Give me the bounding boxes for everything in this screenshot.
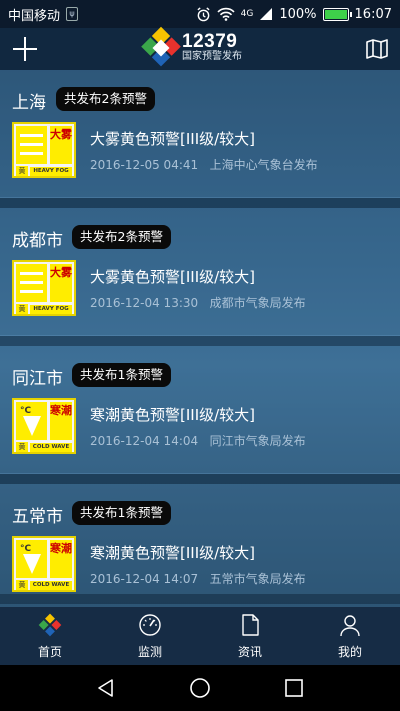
- wifi-icon: [217, 7, 235, 21]
- clock: 16:07: [354, 6, 392, 22]
- alert-list: 上海 共发布2条预警 大雾 黄 HEAVY FOG 大雾黄色预警[III级/较大…: [0, 70, 400, 607]
- usb-icon: ψ: [66, 7, 79, 21]
- alert-card[interactable]: 成都市 共发布2条预警 大雾 黄 HEAVY FOG 大雾黄色预警[III级/较…: [0, 208, 400, 336]
- alert-count-badge: 共发布2条预警: [56, 87, 155, 111]
- warning-icon-en: COLD WAVE: [30, 443, 72, 452]
- alert-time: 2016-12-04 14:04: [90, 434, 199, 448]
- alert-time: 2016-12-04 13:30: [90, 296, 199, 310]
- nav-profile[interactable]: 我的: [300, 607, 400, 665]
- heavy-fog-warning-icon: 大雾 黄 HEAVY FOG: [12, 122, 76, 178]
- warning-icon-cn: 大雾: [50, 126, 72, 164]
- card-divider: [0, 198, 400, 208]
- nav-news[interactable]: 资讯: [200, 607, 300, 665]
- alert-meta: 2016-12-04 14:07 五常市气象局发布: [90, 570, 306, 587]
- alert-publisher: 同江市气象局发布: [209, 434, 306, 448]
- alert-title: 寒潮黄色预警[III级/较大]: [90, 544, 256, 562]
- alert-meta: 2016-12-04 13:30 成都市气象局发布: [90, 294, 306, 311]
- nav-profile-label: 我的: [337, 644, 362, 659]
- document-icon: [242, 613, 259, 636]
- add-city-button[interactable]: [12, 36, 38, 62]
- alert-time: 2016-12-05 04:41: [90, 158, 199, 172]
- system-nav-bar: [0, 665, 400, 711]
- city-name: 上海: [12, 93, 46, 113]
- alert-meta: 2016-12-05 04:41 上海中心气象台发布: [90, 156, 318, 173]
- nav-home-label: 首页: [37, 644, 62, 659]
- alert-publisher: 上海中心气象台发布: [209, 158, 318, 172]
- battery-percent: 100%: [279, 6, 317, 22]
- cold-wave-warning-icon: °C 寒潮 黄 COLD WAVE: [12, 536, 76, 592]
- city-name: 五常市: [12, 507, 63, 527]
- gauge-icon: [139, 613, 161, 636]
- home-circle-icon[interactable]: [189, 677, 211, 699]
- warning-level-tag: 黄: [16, 166, 28, 176]
- home-icon: [38, 613, 62, 636]
- warning-icon-en: COLD WAVE: [30, 581, 72, 590]
- person-icon: [340, 614, 360, 636]
- alert-count-badge: 共发布1条预警: [72, 363, 171, 387]
- nav-monitor[interactable]: 监测: [100, 607, 200, 665]
- status-bar: 中国移动 ψ 4G 100% 16:07: [0, 0, 400, 28]
- app-header: 12379 国家预警发布: [0, 26, 400, 70]
- carrier-name: 中国移动: [8, 8, 61, 24]
- alert-card[interactable]: 五常市 共发布1条预警 °C 寒潮 黄 COLD WAVE 寒潮黄色预警[III…: [0, 484, 400, 607]
- alert-title: 大雾黄色预警[III级/较大]: [90, 268, 256, 286]
- warning-icon-cn: 寒潮: [50, 402, 72, 440]
- nav-news-label: 资讯: [237, 644, 262, 659]
- map-icon[interactable]: [366, 39, 388, 59]
- battery-level-fill: [324, 9, 347, 19]
- alert-publisher: 五常市气象局发布: [209, 572, 306, 586]
- nav-home[interactable]: 首页: [0, 607, 100, 665]
- recent-apps-icon[interactable]: [284, 678, 304, 698]
- network-type: 4G: [240, 8, 254, 19]
- card-divider: [0, 474, 400, 484]
- alert-title: 寒潮黄色预警[III级/较大]: [90, 406, 256, 424]
- alert-count-badge: 共发布2条预警: [72, 225, 171, 249]
- alarm-icon: [197, 6, 210, 21]
- signal-icon: [260, 8, 273, 20]
- city-name: 成都市: [12, 231, 63, 251]
- warning-icon-cn: 寒潮: [50, 540, 72, 578]
- card-divider: [0, 594, 400, 604]
- warning-icon-en: HEAVY FOG: [30, 305, 72, 314]
- card-divider: [0, 336, 400, 346]
- nav-monitor-label: 监测: [137, 644, 162, 659]
- alert-card[interactable]: 同江市 共发布1条预警 °C 寒潮 黄 COLD WAVE 寒潮黄色预警[III…: [0, 346, 400, 474]
- warning-icon-cn: 大雾: [50, 264, 72, 302]
- warning-level-tag: 黄: [16, 442, 28, 452]
- warning-level-tag: 黄: [16, 304, 28, 314]
- warning-level-tag: 黄: [16, 580, 28, 590]
- alert-publisher: 成都市气象局发布: [209, 296, 306, 310]
- warning-icon-en: HEAVY FOG: [30, 167, 72, 176]
- alert-title: 大雾黄色预警[III级/较大]: [90, 130, 256, 148]
- city-name: 同江市: [12, 369, 63, 389]
- logo-mark-icon: [140, 26, 182, 68]
- battery-icon: [322, 7, 352, 21]
- back-icon[interactable]: [96, 678, 116, 698]
- cold-wave-warning-icon: °C 寒潮 黄 COLD WAVE: [12, 398, 76, 454]
- alert-card[interactable]: 上海 共发布2条预警 大雾 黄 HEAVY FOG 大雾黄色预警[III级/较大…: [0, 70, 400, 198]
- alert-time: 2016-12-04 14:07: [90, 572, 199, 586]
- logo-number: 12379: [182, 31, 238, 52]
- alert-meta: 2016-12-04 14:04 同江市气象局发布: [90, 432, 306, 449]
- app-logo: 12379 国家预警发布: [141, 26, 242, 66]
- alert-count-badge: 共发布1条预警: [72, 501, 171, 525]
- logo-subtitle: 国家预警发布: [182, 51, 242, 62]
- heavy-fog-warning-icon: 大雾 黄 HEAVY FOG: [12, 260, 76, 316]
- bottom-nav: 首页 监测 资讯 我的: [0, 607, 400, 665]
